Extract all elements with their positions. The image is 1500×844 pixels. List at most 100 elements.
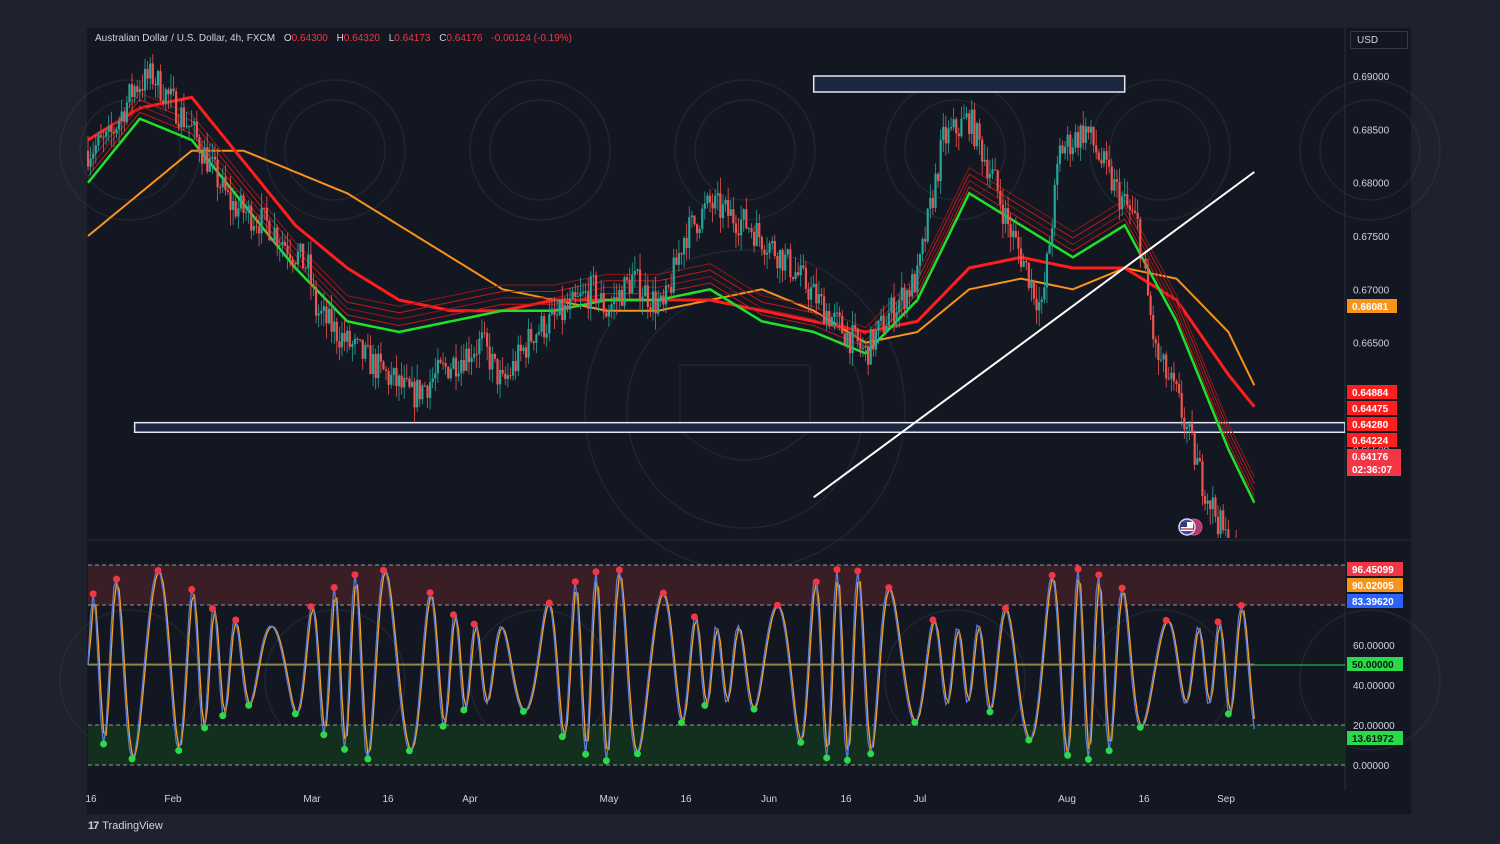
candle-body — [732, 209, 735, 224]
candle-body — [359, 339, 362, 341]
time-tick-label: Apr — [462, 794, 478, 805]
overbought-dot — [89, 590, 97, 598]
candle-body — [843, 333, 846, 346]
candle-body — [1032, 280, 1036, 299]
candle-body — [758, 223, 761, 238]
candle-body — [786, 249, 789, 255]
candle-body — [755, 223, 758, 246]
candle-body — [861, 347, 865, 349]
candle-body — [1149, 295, 1152, 315]
overbought-dot — [773, 601, 781, 609]
candle-body — [498, 370, 502, 385]
candle-body — [568, 298, 572, 310]
overbought-dot — [188, 585, 196, 593]
candle-body — [740, 219, 743, 236]
candle-body — [981, 139, 984, 162]
time-tick-label: Feb — [164, 794, 182, 805]
candle-body — [115, 129, 118, 134]
overbought-dot — [426, 589, 434, 597]
overbought-dot — [232, 616, 240, 624]
candle-body — [970, 109, 973, 135]
candle-body — [965, 113, 968, 118]
candle-body — [1146, 268, 1150, 296]
candle-body — [449, 368, 452, 379]
candle-body — [773, 241, 776, 257]
candle-body — [657, 301, 660, 314]
candle-body — [1214, 497, 1217, 517]
oversold-dot — [823, 754, 831, 762]
candle-body — [89, 158, 92, 167]
candle-body — [504, 373, 507, 379]
candle-body — [1216, 516, 1220, 535]
candle-body — [903, 287, 906, 310]
candle-body — [680, 253, 683, 255]
candle-body — [374, 354, 377, 379]
candle-body — [991, 169, 994, 174]
candle-body — [506, 375, 509, 379]
candle-body — [916, 265, 919, 293]
chart-canvas[interactable]: 0.69000 0.68500 0.68000 0.67500 0.67000 0.665… — [0, 0, 1500, 844]
candle-body — [532, 341, 535, 344]
candle-body — [698, 228, 701, 234]
osc-tick-label: 0.00000 — [1353, 761, 1390, 772]
candle-body — [1027, 262, 1030, 288]
candle-body — [900, 287, 903, 301]
candle-body — [864, 346, 867, 348]
candle-body — [659, 295, 662, 302]
overbought-zone — [88, 565, 1345, 605]
price-label: 0.64884 — [1352, 388, 1389, 399]
overbought-dot — [929, 616, 937, 624]
symbol-legend[interactable]: Australian Dollar / U.S. Dollar, 4h, FXC… — [95, 33, 572, 44]
candle-body — [809, 287, 813, 300]
candle-body — [654, 291, 657, 314]
candle-body — [190, 124, 193, 127]
candle-body — [760, 237, 763, 250]
candle-body — [742, 209, 745, 220]
candle-body — [867, 346, 870, 365]
candle-body — [934, 173, 937, 208]
candle-body — [1071, 147, 1074, 155]
candle-body — [1157, 343, 1160, 361]
currency-button[interactable]: USD — [1350, 31, 1408, 49]
candle-body — [107, 126, 110, 132]
candle-body — [625, 277, 629, 280]
oversold-dot — [100, 740, 108, 748]
tradingview-logo[interactable]: 17 TradingView — [88, 820, 163, 832]
oversold-dot — [558, 733, 566, 741]
candle-body — [1118, 181, 1121, 210]
candle-body — [519, 344, 522, 352]
candle-body — [804, 267, 808, 289]
candle-body — [1009, 224, 1012, 238]
candle-body — [589, 276, 592, 309]
flag-event-icon[interactable] — [1178, 518, 1203, 536]
candle-body — [340, 333, 344, 348]
candle-body — [283, 242, 287, 246]
price-pane[interactable] — [87, 54, 1345, 601]
stochastic-pane[interactable] — [87, 564, 1345, 766]
candle-body — [200, 153, 204, 164]
candle-body — [556, 314, 559, 316]
oversold-dot — [175, 747, 183, 755]
time-tick-label: Mar — [303, 794, 321, 805]
candle-body — [1183, 417, 1186, 429]
candle-body — [1043, 287, 1046, 300]
candle-body — [892, 297, 896, 323]
candle-body — [436, 359, 439, 374]
time-tick-label: 16 — [85, 794, 97, 805]
candle-body — [553, 308, 556, 315]
oversold-dot — [1224, 710, 1232, 718]
candle-body — [270, 240, 274, 242]
candle-body — [701, 208, 704, 229]
candle-body — [317, 313, 320, 316]
candle-body — [1227, 529, 1230, 538]
candle-body — [1178, 383, 1181, 394]
overbought-dot — [690, 613, 698, 621]
candle-body — [130, 84, 134, 97]
candle-body — [193, 121, 196, 125]
candle-body — [226, 190, 230, 192]
price-tick-label: 0.67000 — [1353, 285, 1390, 296]
price-label: 0.64224 — [1352, 436, 1389, 447]
candle-body — [206, 147, 209, 172]
candle-body — [1048, 244, 1051, 254]
candle-body — [441, 362, 445, 364]
